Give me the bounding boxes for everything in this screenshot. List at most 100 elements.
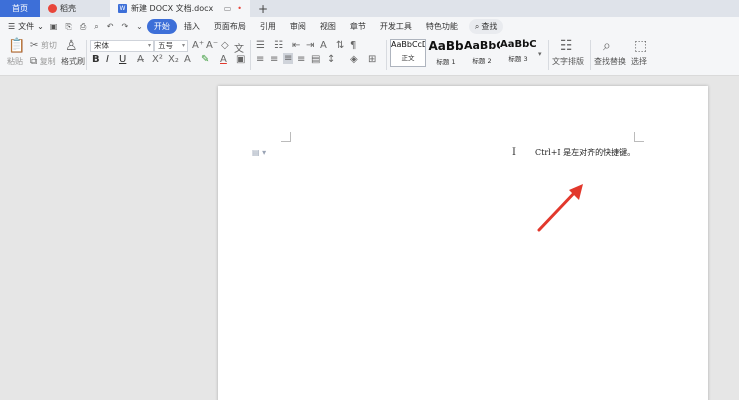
ribbon-toolbar: 📋 粘贴 ✂ 剪切 ⧉ 复制 ♙ 格式刷 宋体 ▾ 五号 ▾ A⁺ A⁻ ◇ 文 B… [0, 36, 739, 76]
pinyin-icon[interactable]: 文 [234, 40, 244, 55]
docx-file-icon: W [118, 4, 127, 13]
document-text[interactable]: Ctrl+I 是左对齐的快捷键。 [535, 147, 635, 158]
tab-bar: 首页 稻壳 W 新建 DOCX 文档.docx ▭ • + [0, 0, 739, 17]
style-heading-3[interactable]: AaBbC 标题 3 [500, 39, 536, 67]
grow-font-icon[interactable]: A⁺ [192, 40, 204, 51]
font-size-select[interactable]: 五号 ▾ [154, 40, 188, 52]
text-cursor: I [512, 147, 516, 158]
menu-item-start[interactable]: 开始 [146, 19, 177, 34]
italic-icon[interactable]: I [106, 54, 109, 65]
new-tab-button[interactable]: + [250, 0, 276, 17]
font-color-icon[interactable]: A [220, 54, 227, 65]
superscript-icon[interactable]: X² [152, 54, 163, 65]
export-icon[interactable]: ⎘ [65, 22, 71, 32]
cut-label: 剪切 [40, 41, 57, 50]
shrink-font-icon[interactable]: A⁻ [206, 40, 218, 51]
align-right-icon[interactable]: ≡ [283, 53, 294, 64]
chinese-layout-icon[interactable]: A [320, 40, 327, 51]
copy-icon: ⧉ [30, 56, 38, 67]
find-replace-button[interactable]: 查找替换 [594, 56, 626, 67]
menu-item-developer[interactable]: 开发工具 [373, 21, 419, 32]
line-spacing-icon[interactable]: ↕ [327, 54, 335, 65]
file-menu-label: 文件 [18, 22, 35, 31]
select-icon[interactable]: ⬚ [634, 38, 647, 54]
style-sample: AaBb [428, 39, 464, 53]
document-canvas[interactable]: ▤ ▾ I Ctrl+I 是左对齐的快捷键。 [0, 76, 739, 400]
tab-daoke[interactable]: 稻壳 [40, 0, 110, 17]
page-margin-corner [634, 132, 644, 142]
red-arrow-annotation [537, 184, 583, 232]
tab-home[interactable]: 首页 [0, 0, 40, 17]
quick-access-toolbar: ▣ ⎘ ⎙ ⌕ ↶ ↷ ⌄ [50, 22, 147, 32]
menu-item-references[interactable]: 引用 [253, 21, 283, 32]
more-icon[interactable]: ⌄ [136, 22, 143, 32]
bullet-list-icon[interactable]: ☰ [256, 40, 265, 51]
style-normal[interactable]: AaBbCcDd 正文 [390, 39, 426, 67]
menu-item-page-layout[interactable]: 页面布局 [207, 21, 253, 32]
style-name: 正文 [401, 54, 415, 62]
file-menu[interactable]: ☰ 文件 ⌄ [0, 21, 50, 32]
hamburger-icon: ☰ [8, 22, 16, 31]
search-icon: ⌕ [474, 21, 480, 31]
paste-button-label[interactable]: 粘贴 [7, 56, 23, 67]
justify-icon[interactable]: ≡ [297, 54, 305, 65]
style-name: 标题 3 [508, 55, 528, 63]
unsaved-dot-icon[interactable]: • [237, 4, 242, 13]
menu-item-section[interactable]: 章节 [343, 21, 373, 32]
daoke-logo-icon [48, 4, 57, 13]
underline-icon[interactable]: U [119, 54, 126, 65]
paragraph-handle-icon[interactable]: ▤ ▾ [252, 148, 266, 157]
new-tab-label: + [258, 1, 269, 16]
find-replace-icon[interactable]: ⌕ [603, 38, 611, 54]
bold-icon[interactable]: B [92, 54, 100, 65]
strikethrough-icon[interactable]: A̶ [137, 54, 144, 65]
clear-format-icon[interactable]: ◇ [221, 40, 229, 51]
borders-icon[interactable]: ⊞ [368, 54, 376, 65]
paste-icon[interactable]: 📋 [8, 38, 25, 54]
text-layout-button[interactable]: 文字排版 [552, 56, 584, 67]
print-preview-icon[interactable]: ⌕ [94, 22, 98, 32]
show-marks-icon[interactable]: ¶ [350, 40, 356, 51]
sort-icon[interactable]: ⇅ [336, 40, 344, 51]
style-heading-1[interactable]: AaBb 标题 1 [428, 39, 464, 67]
align-left-icon[interactable]: ≡ [256, 54, 264, 65]
align-center-icon[interactable]: ≡ [270, 54, 278, 65]
style-sample: AaBbCcDd [391, 40, 425, 49]
menu-search[interactable]: ⌕ 查找 [468, 19, 504, 34]
tab-daoke-label: 稻壳 [60, 4, 76, 13]
format-painter-button[interactable]: 格式刷 [61, 56, 85, 67]
text-effect-icon[interactable]: A [184, 54, 191, 65]
tab-home-label: 首页 [12, 4, 28, 13]
subscript-icon[interactable]: X₂ [168, 54, 179, 65]
decrease-indent-icon[interactable]: ⇤ [292, 40, 300, 51]
char-border-icon[interactable]: ▣ [236, 54, 245, 65]
menu-item-review[interactable]: 审阅 [283, 21, 313, 32]
menu-item-features[interactable]: 特色功能 [419, 21, 465, 32]
font-name-select[interactable]: 宋体 ▾ [90, 40, 154, 52]
format-painter-icon[interactable]: ♙ [65, 38, 78, 54]
menu-item-view[interactable]: 视图 [313, 21, 343, 32]
highlight-icon[interactable]: ✎ [201, 54, 209, 65]
copy-button[interactable]: ⧉ 复制 [30, 56, 56, 67]
chevron-down-icon: ▾ [147, 42, 151, 49]
increase-indent-icon[interactable]: ⇥ [306, 40, 314, 51]
shading-icon[interactable]: ◈ [350, 54, 358, 65]
text-layout-icon[interactable]: ☷ [560, 38, 573, 54]
redo-icon[interactable]: ↷ [121, 22, 128, 32]
style-sample: AaBbC [464, 39, 500, 52]
save-icon[interactable]: ▣ [50, 22, 58, 32]
style-heading-2[interactable]: AaBbC 标题 2 [464, 39, 500, 67]
document-page[interactable]: ▤ ▾ I Ctrl+I 是左对齐的快捷键。 [218, 86, 708, 400]
cut-button[interactable]: ✂ 剪切 [30, 40, 57, 51]
tab-document[interactable]: W 新建 DOCX 文档.docx ▭ • [110, 0, 250, 17]
styles-expand-icon[interactable]: ▾ [538, 50, 542, 58]
numbered-list-icon[interactable]: ☷ [274, 40, 283, 51]
select-button[interactable]: 选择 [631, 56, 647, 67]
font-size-value: 五号 [158, 41, 173, 50]
monitor-icon[interactable]: ▭ [224, 4, 232, 13]
distribute-icon[interactable]: ▤ [311, 54, 320, 65]
menu-item-insert[interactable]: 插入 [177, 21, 207, 32]
divider [86, 40, 87, 70]
undo-icon[interactable]: ↶ [107, 22, 114, 32]
print-icon[interactable]: ⎙ [80, 22, 86, 32]
